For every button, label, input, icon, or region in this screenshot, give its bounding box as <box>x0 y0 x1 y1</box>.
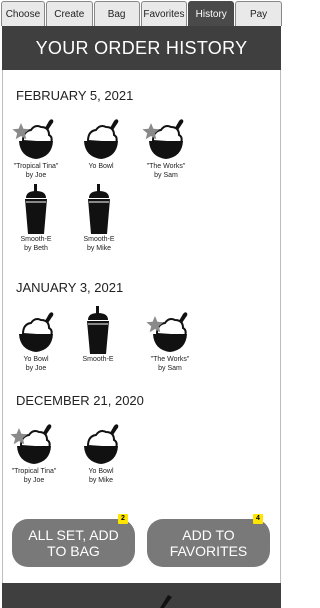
item-author: by Joe <box>25 171 47 179</box>
frozen-yogurt-bowl-icon <box>84 119 119 159</box>
item-author: by Sam <box>158 364 182 372</box>
order-date: JANUARY 3, 2021 <box>16 280 124 295</box>
smoothie-cup-icon <box>87 306 109 354</box>
bowl-shape <box>19 119 54 159</box>
tab-choose[interactable]: Choose <box>1 1 45 26</box>
favorites-count-badge: 4 <box>253 514 263 524</box>
item-author: by Beth <box>24 244 48 252</box>
order-item[interactable]: Smooth-E <box>66 306 130 365</box>
order-item[interactable]: "The Works" by Sam <box>138 310 202 373</box>
item-author: by Mike <box>88 476 114 484</box>
item-name: Yo Bowl <box>23 356 49 363</box>
frozen-yogurt-bowl-icon <box>84 424 119 464</box>
item-name: "The Works" <box>150 356 190 363</box>
bowl-shape <box>153 312 188 352</box>
order-item[interactable]: "Tropical Tina" by Joe <box>4 117 68 180</box>
frozen-yogurt-bowl-icon <box>19 312 54 352</box>
item-author: by Joe <box>25 364 47 372</box>
frozen-yogurt-bowl-icon <box>142 119 184 159</box>
bag-count-badge: 2 <box>118 514 128 524</box>
item-author: by Mike <box>86 244 112 252</box>
tab-bar: Choose Create Bag Favorites History Pay <box>0 0 283 26</box>
add-to-bag-button[interactable]: ALL SET, ADD TO BAG 2 <box>12 514 135 567</box>
smoothie-cup-icon <box>25 184 47 234</box>
page-header: YOUR ORDER HISTORY <box>2 26 281 70</box>
frozen-yogurt-bowl-icon <box>12 119 54 159</box>
tab-pay[interactable]: Pay <box>235 1 282 26</box>
item-name: Yo Bowl <box>88 468 114 475</box>
tab-create[interactable]: Create <box>45 1 93 26</box>
add-to-bag-label-line2: TO BAG <box>47 543 100 559</box>
order-item[interactable]: Smooth-E by Beth <box>4 184 68 253</box>
order-item[interactable]: Yo Bowl by Joe <box>4 310 68 373</box>
add-to-favorites-label-line2: FAVORITES <box>169 543 248 559</box>
item-name: Smooth-E <box>20 236 52 243</box>
footer-bar <box>2 583 281 608</box>
bowl-shape <box>84 119 119 159</box>
add-to-favorites-button[interactable]: ADD TO FAVORITES 4 <box>147 514 270 567</box>
tab-history[interactable]: History <box>188 1 235 26</box>
bowl-shape <box>149 119 184 159</box>
item-author: by Sam <box>154 171 178 179</box>
bowl-shape <box>19 312 54 352</box>
tab-favorites[interactable]: Favorites <box>140 1 188 26</box>
order-date: DECEMBER 21, 2020 <box>16 393 144 408</box>
order-item[interactable]: Smooth-E by Mike <box>67 184 131 253</box>
order-item[interactable]: Yo Bowl <box>69 117 133 172</box>
add-to-favorites-label-line1: ADD TO <box>182 527 235 543</box>
cup-shape <box>87 306 109 354</box>
add-to-bag-label-line1: ALL SET, ADD <box>28 527 119 543</box>
bowl-shape <box>17 424 52 464</box>
frozen-yogurt-bowl-icon <box>146 312 188 352</box>
item-name: Smooth-E <box>83 236 115 243</box>
tab-bag[interactable]: Bag <box>93 1 140 26</box>
cup-shape <box>88 184 110 234</box>
cup-shape <box>25 184 47 234</box>
order-item[interactable]: "The Works" by Sam <box>134 117 198 180</box>
item-name: Smooth-E <box>82 356 114 363</box>
item-author: by Joe <box>23 476 45 484</box>
smoothie-cup-icon <box>88 184 110 234</box>
spoon-icon <box>160 595 172 608</box>
order-item[interactable]: "Tropical Tina" by Joe <box>2 422 66 485</box>
item-name: Yo Bowl <box>88 163 114 170</box>
item-name: "Tropical Tina" <box>11 468 57 475</box>
page-title: YOUR ORDER HISTORY <box>35 37 248 58</box>
order-date: FEBRUARY 5, 2021 <box>16 88 134 103</box>
order-item[interactable]: Yo Bowl by Mike <box>69 422 133 485</box>
frozen-yogurt-bowl-icon <box>10 424 52 464</box>
bowl-shape <box>84 424 119 464</box>
item-name: "The Works" <box>146 163 186 170</box>
item-name: "Tropical Tina" <box>13 163 59 170</box>
